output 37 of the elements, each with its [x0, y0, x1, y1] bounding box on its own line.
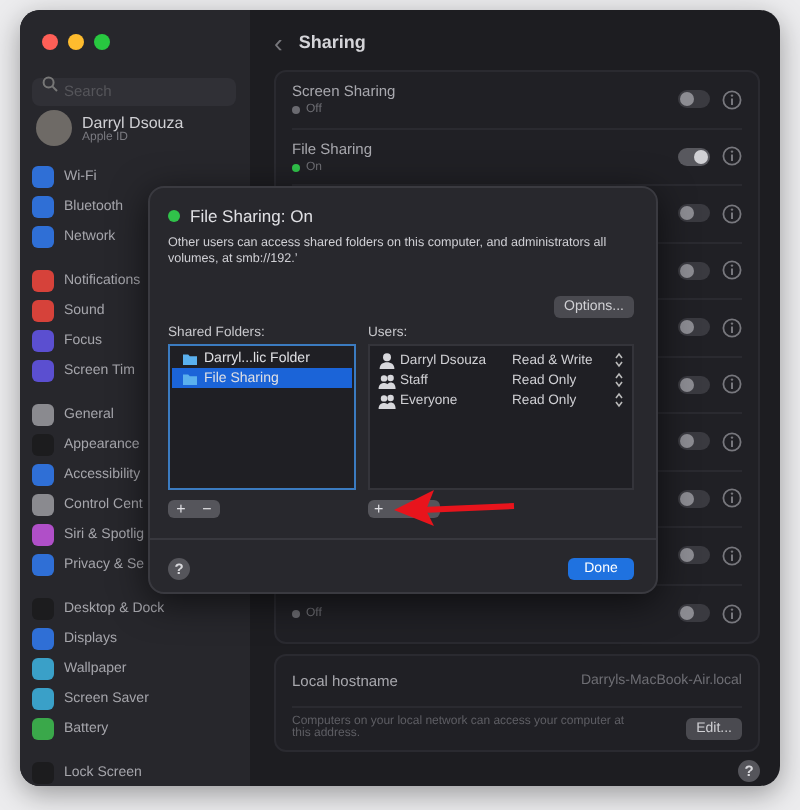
toggle-switch[interactable] [678, 489, 710, 508]
info-icon[interactable] [722, 203, 742, 224]
toggle-switch[interactable] [678, 604, 710, 623]
toggle-switch[interactable] [678, 204, 710, 223]
remove-button[interactable]: − [194, 500, 220, 519]
info-icon[interactable] [722, 89, 742, 110]
group-icon [378, 371, 396, 390]
arrow-annotation [394, 488, 518, 528]
info-icon[interactable] [722, 488, 742, 509]
info-icon[interactable] [722, 260, 742, 281]
toggle-switch[interactable] [678, 375, 710, 394]
add-button[interactable]: + [168, 500, 194, 519]
minimize-button[interactable] [68, 33, 84, 49]
info-icon[interactable] [722, 146, 742, 167]
group-icon [378, 391, 396, 410]
zoom-button[interactable] [94, 33, 110, 49]
info-icon[interactable] [722, 603, 742, 624]
toggle-switch[interactable] [678, 261, 710, 280]
stepper-icon [614, 372, 624, 389]
toggle-switch[interactable] [678, 546, 710, 565]
info-icon[interactable] [722, 431, 742, 452]
close-button[interactable] [42, 33, 58, 49]
info-icon[interactable] [722, 317, 742, 338]
stepper-icon [614, 352, 624, 369]
info-icon[interactable] [722, 545, 742, 566]
profile-name[interactable]: Darryl Dsouza [82, 113, 184, 131]
toggle-switch[interactable] [678, 432, 710, 451]
toggle-switch[interactable] [678, 318, 710, 337]
window-title: Sharing [298, 32, 366, 52]
toggle-switch[interactable] [678, 90, 710, 109]
back-button[interactable]: ‹ [274, 27, 283, 57]
person-icon [378, 351, 396, 370]
stepper-icon [614, 392, 624, 409]
sheet-title: File Sharing: On [190, 206, 313, 226]
toggle-switch[interactable] [678, 147, 710, 166]
avatar[interactable] [36, 110, 72, 146]
info-icon[interactable] [722, 374, 742, 395]
